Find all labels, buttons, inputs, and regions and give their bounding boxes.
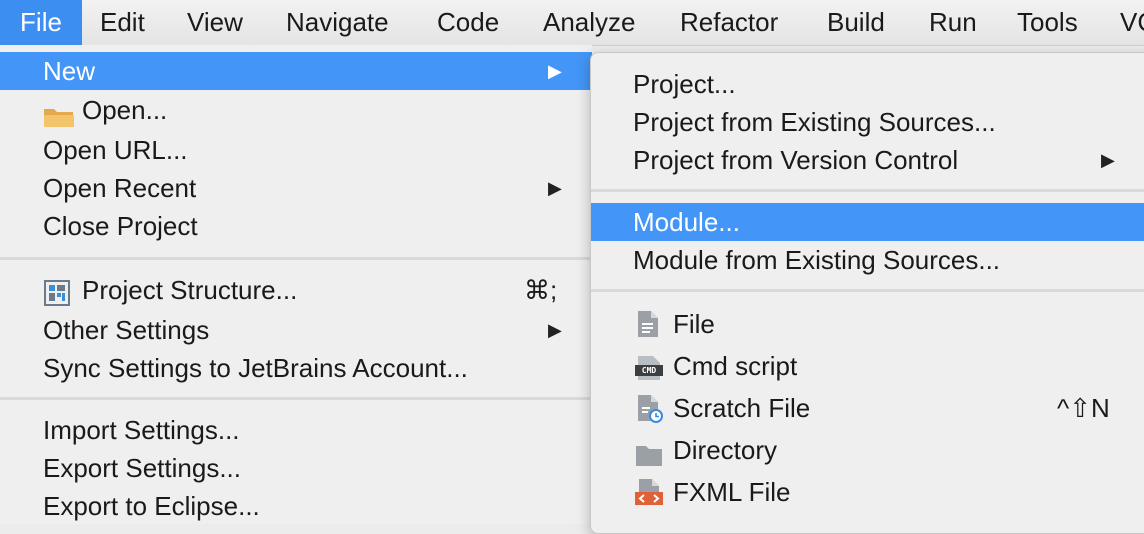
cmd-script-icon: CMD [635, 353, 663, 391]
menu-edit[interactable]: Edit [100, 0, 145, 45]
menu-item-project-structure[interactable]: Project Structure... ⌘; [0, 271, 592, 309]
menu-build[interactable]: Build [827, 0, 885, 45]
submenu-item-file[interactable]: File [591, 305, 1144, 343]
submenu-item-cmd-script[interactable]: CMD Cmd script [591, 347, 1144, 385]
menu-file[interactable]: File [0, 0, 82, 45]
submenu-item-file-label: File [673, 309, 715, 339]
menu-item-sync-settings-label: Sync Settings to JetBrains Account... [43, 353, 468, 383]
cmd-icon-text: CMD [641, 366, 657, 375]
scratch-file-icon [637, 394, 665, 434]
file-menu: New ▶ Open... Open URL... Open Recent ▶ … [0, 45, 592, 524]
menu-code[interactable]: Code [437, 0, 499, 45]
menu-run[interactable]: Run [929, 0, 977, 45]
submenu-item-scratch-file[interactable]: Scratch File ^⇧N [591, 389, 1144, 427]
menu-separator [591, 189, 1144, 192]
menu-tools[interactable]: Tools [1017, 0, 1078, 45]
submenu-item-fxml-file[interactable]: FXML File [591, 473, 1144, 511]
shortcut-label: ⌘; [524, 275, 558, 305]
menu-item-other-settings[interactable]: Other Settings ▶ [0, 311, 592, 349]
submenu-item-project[interactable]: Project... [591, 65, 1144, 103]
menu-view[interactable]: View [187, 0, 243, 45]
submenu-item-project-existing[interactable]: Project from Existing Sources... [591, 103, 1144, 141]
menu-item-sync-settings[interactable]: Sync Settings to JetBrains Account... [0, 349, 592, 387]
submenu-item-directory[interactable]: Directory [591, 431, 1144, 469]
menu-item-open[interactable]: Open... [0, 91, 592, 129]
menu-separator [0, 257, 592, 260]
submenu-item-fxml-file-label: FXML File [673, 477, 791, 507]
menu-bar: File Edit View Navigate Code Analyze Ref… [0, 0, 1144, 46]
menu-analyze[interactable]: Analyze [543, 0, 636, 45]
menu-navigate[interactable]: Navigate [286, 0, 389, 45]
menu-item-new[interactable]: New ▶ [0, 52, 592, 90]
submenu-arrow-icon: ▶ [548, 178, 562, 198]
menu-vcs[interactable]: VC [1120, 0, 1144, 45]
menu-item-other-settings-label: Other Settings [43, 315, 210, 345]
submenu-item-module-label: Module... [633, 207, 740, 237]
submenu-item-directory-label: Directory [673, 435, 778, 465]
menu-item-export-settings-label: Export Settings... [43, 453, 241, 483]
directory-icon [635, 439, 663, 477]
menu-item-import-settings-label: Import Settings... [43, 415, 240, 445]
submenu-arrow-icon: ▶ [1101, 150, 1115, 170]
menu-item-open-label: Open... [82, 95, 168, 125]
menu-item-close-project-label: Close Project [43, 211, 198, 241]
submenu-arrow-icon: ▶ [548, 320, 562, 340]
menu-item-open-url[interactable]: Open URL... [0, 131, 592, 169]
submenu-arrow-icon: ▶ [548, 61, 562, 81]
submenu-item-project-label: Project... [633, 69, 736, 99]
menu-item-import-settings[interactable]: Import Settings... [0, 411, 592, 449]
menu-item-open-recent-label: Open Recent [43, 173, 197, 203]
shortcut-label: ^⇧N [1057, 393, 1110, 423]
menu-refactor[interactable]: Refactor [680, 0, 778, 45]
submenu-item-cmd-script-label: Cmd script [673, 351, 798, 381]
menu-item-open-recent[interactable]: Open Recent ▶ [0, 169, 592, 207]
submenu-item-project-vcs-label: Project from Version Control [633, 145, 959, 175]
menu-item-close-project[interactable]: Close Project [0, 207, 592, 245]
submenu-item-module[interactable]: Module... [591, 203, 1144, 241]
submenu-item-module-existing[interactable]: Module from Existing Sources... [591, 241, 1144, 279]
menu-item-export-settings[interactable]: Export Settings... [0, 449, 592, 487]
submenu-item-module-existing-label: Module from Existing Sources... [633, 245, 1001, 275]
menu-item-open-url-label: Open URL... [43, 135, 188, 165]
submenu-item-project-existing-label: Project from Existing Sources... [633, 107, 996, 137]
menu-separator [591, 289, 1144, 292]
menu-item-new-label: New [43, 56, 96, 86]
file-icon [637, 310, 659, 348]
fxml-file-icon [635, 478, 663, 516]
menu-item-project-structure-label: Project Structure... [82, 275, 298, 305]
new-submenu: Project... Project from Existing Sources… [590, 52, 1144, 534]
menu-item-export-eclipse-label: Export to Eclipse... [43, 491, 260, 521]
submenu-item-scratch-file-label: Scratch File [673, 393, 811, 423]
menu-item-export-eclipse[interactable]: Export to Eclipse... [0, 487, 592, 525]
menu-separator [0, 397, 592, 400]
submenu-item-project-vcs[interactable]: Project from Version Control ▶ [591, 141, 1144, 179]
